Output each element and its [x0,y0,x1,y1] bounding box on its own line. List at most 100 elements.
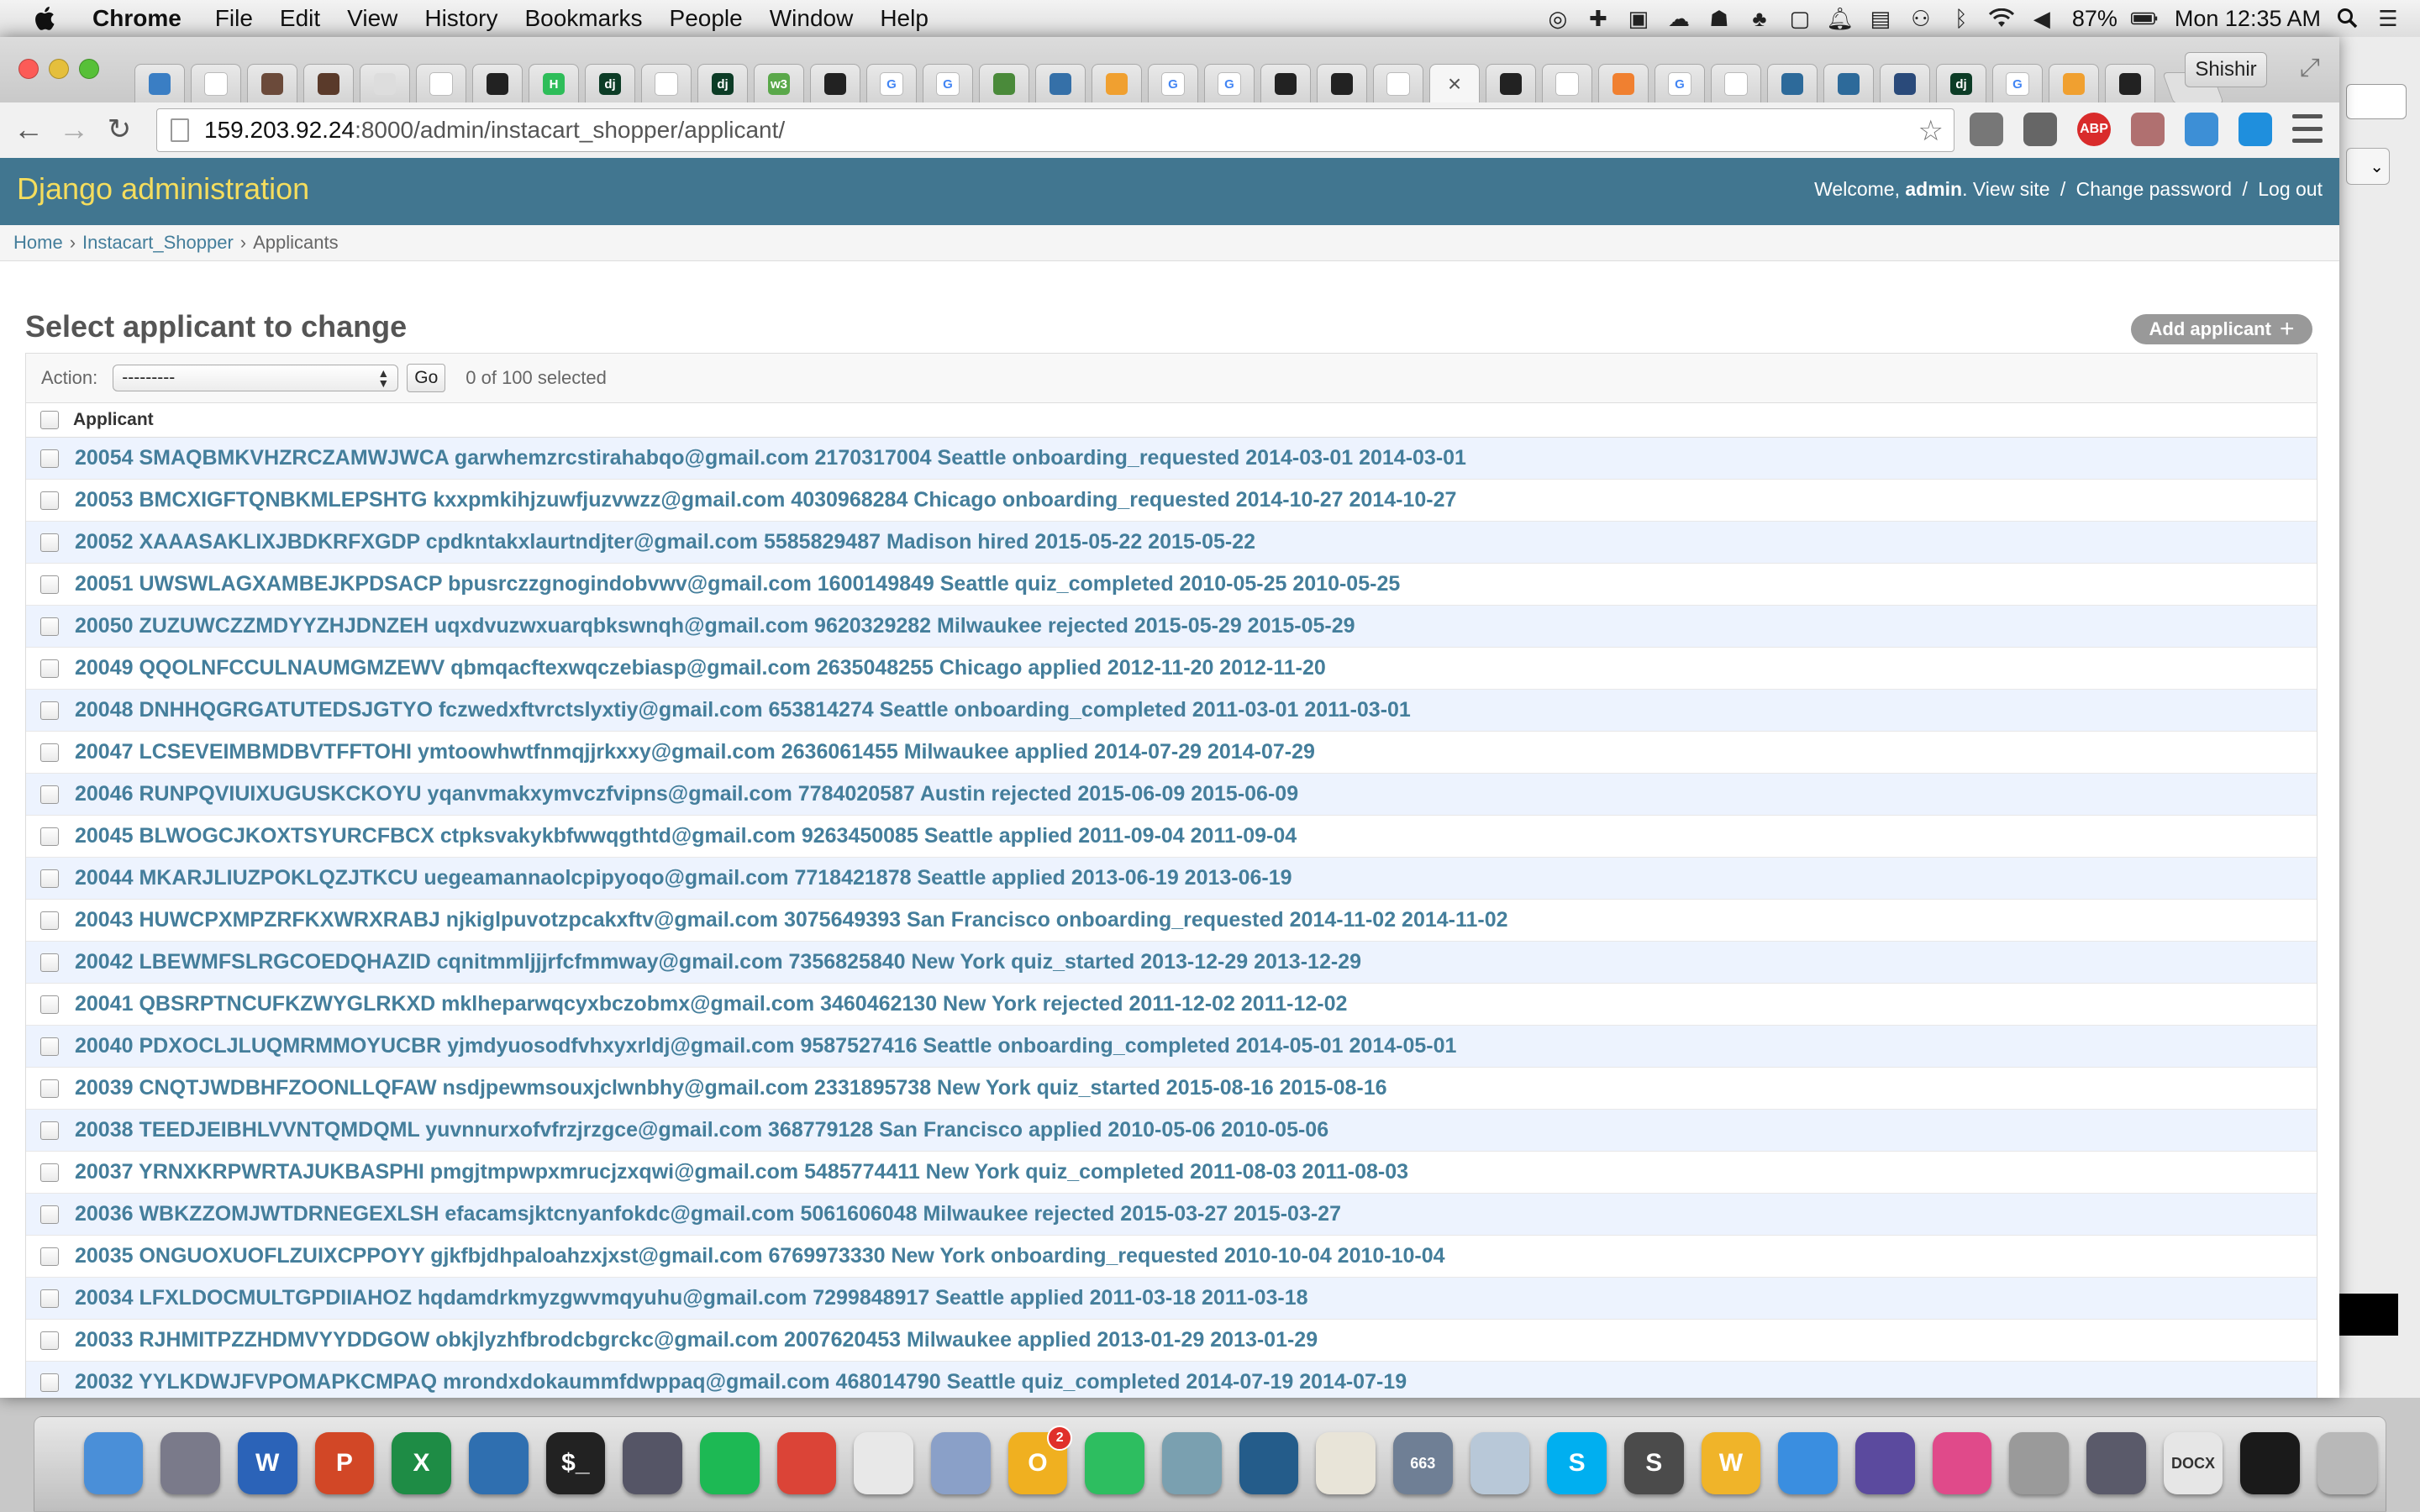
row-checkbox[interactable] [40,911,59,930]
browser-tab[interactable] [1823,64,1874,103]
screen-record-icon[interactable] [623,1432,682,1494]
wifi-icon[interactable] [1988,7,2015,30]
globe-app-icon[interactable] [1161,1432,1222,1494]
menu-history[interactable]: History [424,5,497,32]
cloud-app-icon[interactable]: ☁ [1665,6,1692,31]
row-checkbox[interactable] [40,1079,59,1098]
address-bar[interactable]: 159.203.92.24:8000/admin/instacart_shopp… [156,108,1954,152]
applicant-link[interactable]: 20045 BLWOGCJKOXTSYURCFBCX ctpksvakykbfw… [75,824,1297,848]
battery-icon[interactable] [2130,7,2158,30]
browser-tab[interactable]: H [529,64,579,103]
browser-tab[interactable] [416,64,466,103]
browser-tab[interactable] [1035,64,1086,103]
plus-cross-icon[interactable]: ✚ [1585,6,1612,31]
applicant-link[interactable]: 20032 YYLKDWJFVPOMAPKCMPAQ mrondxdokaumm… [75,1370,1407,1394]
change-password-link[interactable]: Change password [2076,178,2232,200]
fullscreen-icon[interactable]: ⤢ [2296,54,2324,82]
applicant-link[interactable]: 20046 RUNPQVIUIXUGUSKCKOYU yqanvmakxymvc… [75,782,1298,806]
tomato-icon[interactable] [2131,113,2165,146]
notification-center-icon[interactable]: ☰ [2375,6,2402,31]
breadcrumb-home[interactable]: Home [13,232,63,254]
opera-icon[interactable]: O2 [1007,1425,1073,1494]
browser-tab[interactable] [1260,64,1311,103]
applicant-link[interactable]: 20054 SMAQBMKVHZRCZAMWJWCA garwhemzrcsti… [75,446,1466,470]
row-checkbox[interactable] [40,1037,59,1056]
page-info-icon[interactable] [171,118,189,142]
applicant-link[interactable]: 20033 RJHMITPZZHDMVYYDDGOW obkjlyzhfbrod… [75,1328,1318,1352]
spotify-icon[interactable] [699,1432,760,1494]
browser-tab[interactable]: G [923,64,973,103]
trash-icon[interactable] [2317,1432,2377,1494]
applicant-link[interactable]: 20041 QBSRPTNCUFKZWYGLRKXD mklheparwqcyx… [75,992,1347,1016]
chrome-icon[interactable] [776,1432,837,1494]
grid-app-icon[interactable] [854,1432,913,1494]
row-checkbox[interactable] [40,827,59,846]
menu-edit[interactable]: Edit [280,5,320,32]
applicant-link[interactable]: 20038 TEEDJEIBHLVVNTQMDQML yuvnnurxofvfr… [75,1118,1328,1142]
menu-window[interactable]: Window [770,5,854,32]
document-icon[interactable]: DOCX [2163,1432,2223,1494]
row-checkbox[interactable] [40,785,59,804]
action-select[interactable]: --------- ▲ ▼ [113,365,399,391]
browser-tab[interactable] [134,64,185,103]
launchpad-icon[interactable] [160,1432,220,1494]
applicant-link[interactable]: 20043 HUWCPXMPZRFKXWRXRABJ njkiglpuvotzp… [75,908,1508,932]
menu-help[interactable]: Help [880,5,929,32]
window-zoom-button[interactable] [79,59,99,79]
reload-button[interactable]: ↻ [103,113,136,146]
applicant-link[interactable]: 20036 WBKZZOMJWTDRNEGEXLSH efacamsjktcny… [75,1202,1341,1226]
binoculars-icon[interactable]: ⚇ [1907,6,1934,31]
applicant-link[interactable]: 20039 CNQTJWDBHFZOONLLQFAW nsdjpewmsouxj… [75,1076,1387,1100]
site-name[interactable]: Django administration [17,171,309,207]
browser-tab[interactable] [1092,64,1142,103]
browser-tab[interactable]: w3 [754,64,804,103]
applicant-link[interactable]: 20050 ZUZUWCZZMDYYZHJDNZEH uqxdvuzwxuarq… [75,614,1355,638]
bluetooth-icon[interactable]: ᛒ [1948,6,1975,31]
app-menu-chrome[interactable]: Chrome [92,5,182,32]
browser-tab[interactable] [641,64,692,103]
browser-tab[interactable]: G [866,64,917,103]
network-icon[interactable] [2185,113,2218,146]
browser-tab[interactable]: × [1429,64,1480,103]
applicant-link[interactable]: 20051 UWSWLAGXAMBEJKPDSACP bpusrczzgnogi… [75,572,1400,596]
applicant-link[interactable]: 20037 YRNXKRPWRTAJUKBASPHI pmgjtmpwpxmru… [75,1160,1408,1184]
quicktime-icon[interactable] [468,1432,529,1494]
finder-icon[interactable] [83,1432,144,1494]
browser-tab[interactable] [1711,64,1761,103]
applicant-link[interactable]: 20042 LBEWMFSLRGCOEDQHAZID cqnitmmljjjrf… [75,950,1361,974]
browser-tab[interactable] [1486,64,1536,103]
apple-menu-icon[interactable] [30,3,60,34]
screenshot-icon[interactable] [2009,1432,2069,1494]
breadcrumb-app[interactable]: Instacart_Shopper [82,232,234,254]
bookmark-app-icon[interactable]: ▣ [1625,6,1652,31]
row-checkbox[interactable] [40,659,59,678]
mysql-workbench-icon[interactable] [1239,1432,1299,1494]
browser-tab[interactable] [191,64,241,103]
forward-button[interactable]: → [57,112,91,146]
row-checkbox[interactable] [40,1331,59,1350]
applicant-link[interactable]: 20048 DNHHQGRGATUTEDSJGTYO fczwedxftvrct… [75,698,1411,722]
row-checkbox[interactable] [40,1121,59,1140]
volume-icon[interactable]: ◀︎ [2028,6,2055,31]
logout-link[interactable]: Log out [2258,178,2323,200]
row-checkbox[interactable] [40,617,59,636]
menu-people[interactable]: People [670,5,743,32]
applicant-link[interactable]: 20040 PDXOCLJLUQMRMMOYUCBR yjmdyuosodfvh… [75,1034,1456,1058]
row-checkbox[interactable] [40,701,59,720]
menu-clock[interactable]: Mon 12:35 AM [2175,6,2321,32]
browser-tab[interactable] [1598,64,1649,103]
row-checkbox[interactable] [40,575,59,594]
browser-tab[interactable] [1317,64,1367,103]
puzzle-icon[interactable] [2023,113,2057,146]
network-tool-icon[interactable] [930,1432,991,1494]
memory-chip-icon[interactable]: ▤ [1867,6,1894,31]
browser-tab[interactable] [472,64,523,103]
go-button[interactable]: Go [407,364,446,392]
row-checkbox[interactable] [40,1289,59,1308]
profile-button[interactable]: Shishir [2185,52,2267,87]
skype-icon[interactable]: S [1547,1432,1607,1494]
notification-bell-icon[interactable]: 🔔︎ [1826,6,1854,31]
applicant-link[interactable]: 20049 QQOLNFCCULNAUMGMZEWV qbmqacftexwqc… [75,656,1326,680]
bookmark-star-icon[interactable]: ☆ [1918,114,1944,148]
browser-tab[interactable] [2049,64,2099,103]
